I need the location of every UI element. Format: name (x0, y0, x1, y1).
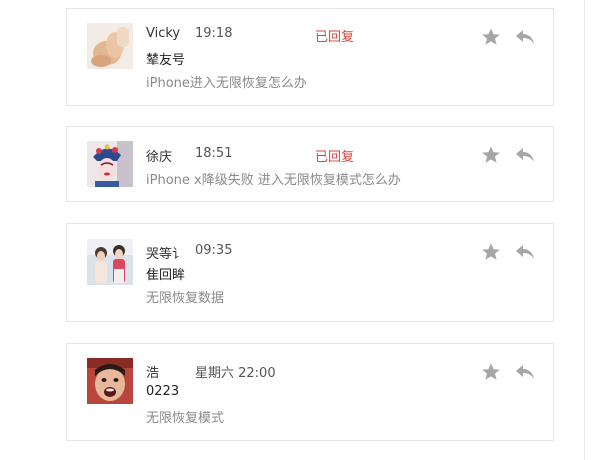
star-icon[interactable] (481, 145, 501, 165)
reply-arrow-icon[interactable] (515, 242, 535, 262)
message-subject: 0223 (146, 384, 180, 399)
avatar[interactable] (87, 141, 133, 187)
message-time: 19:18 (195, 26, 233, 41)
right-panel-divider (584, 0, 585, 460)
star-icon[interactable] (481, 27, 501, 47)
message-preview: iPhone进入无限恢复怎么办 (146, 76, 307, 91)
avatar[interactable] (87, 358, 133, 404)
reply-arrow-icon[interactable] (515, 362, 535, 382)
message-preview: 无限恢复模式 (146, 411, 225, 426)
replied-status: 已回复 (315, 30, 355, 45)
message-time: 星期六 22:00 (195, 366, 276, 381)
message-subject: 辇友号 (146, 53, 186, 68)
message-time: 09:35 (195, 243, 233, 258)
message-card[interactable]: 浩 星期六 22:00 0223 无限恢复模式 (66, 343, 554, 441)
reply-arrow-icon[interactable] (515, 27, 535, 47)
sender-name: 浩 (146, 366, 160, 381)
star-icon[interactable] (481, 242, 501, 262)
message-preview: 无限恢复数据 (146, 291, 225, 306)
sender-name: 哭等讠 (146, 247, 186, 262)
sender-name: 徐庆 (146, 150, 173, 165)
reply-arrow-icon[interactable] (515, 145, 535, 165)
message-preview: iPhone x降级失败 进入无限恢复模式怎么办 (146, 173, 401, 188)
message-subject: 隹回眸 (146, 268, 186, 283)
message-card[interactable]: 徐庆 18:51 已回复 iPhone x降级失败 进入无限恢复模式怎么办 (66, 126, 554, 202)
star-icon[interactable] (481, 362, 501, 382)
message-time: 18:51 (195, 146, 233, 161)
replied-status: 已回复 (315, 150, 355, 165)
message-card[interactable]: 哭等讠 09:35 隹回眸 无限恢复数据 (66, 223, 554, 322)
avatar[interactable] (87, 23, 133, 69)
message-card[interactable]: Vicky 19:18 已回复 辇友号 iPhone进入无限恢复怎么办 (66, 8, 554, 106)
sender-name: Vicky (146, 26, 181, 41)
message-list-page: Vicky 19:18 已回复 辇友号 iPhone进入无限恢复怎么办 徐庆 1… (0, 0, 600, 460)
avatar[interactable] (87, 239, 133, 285)
